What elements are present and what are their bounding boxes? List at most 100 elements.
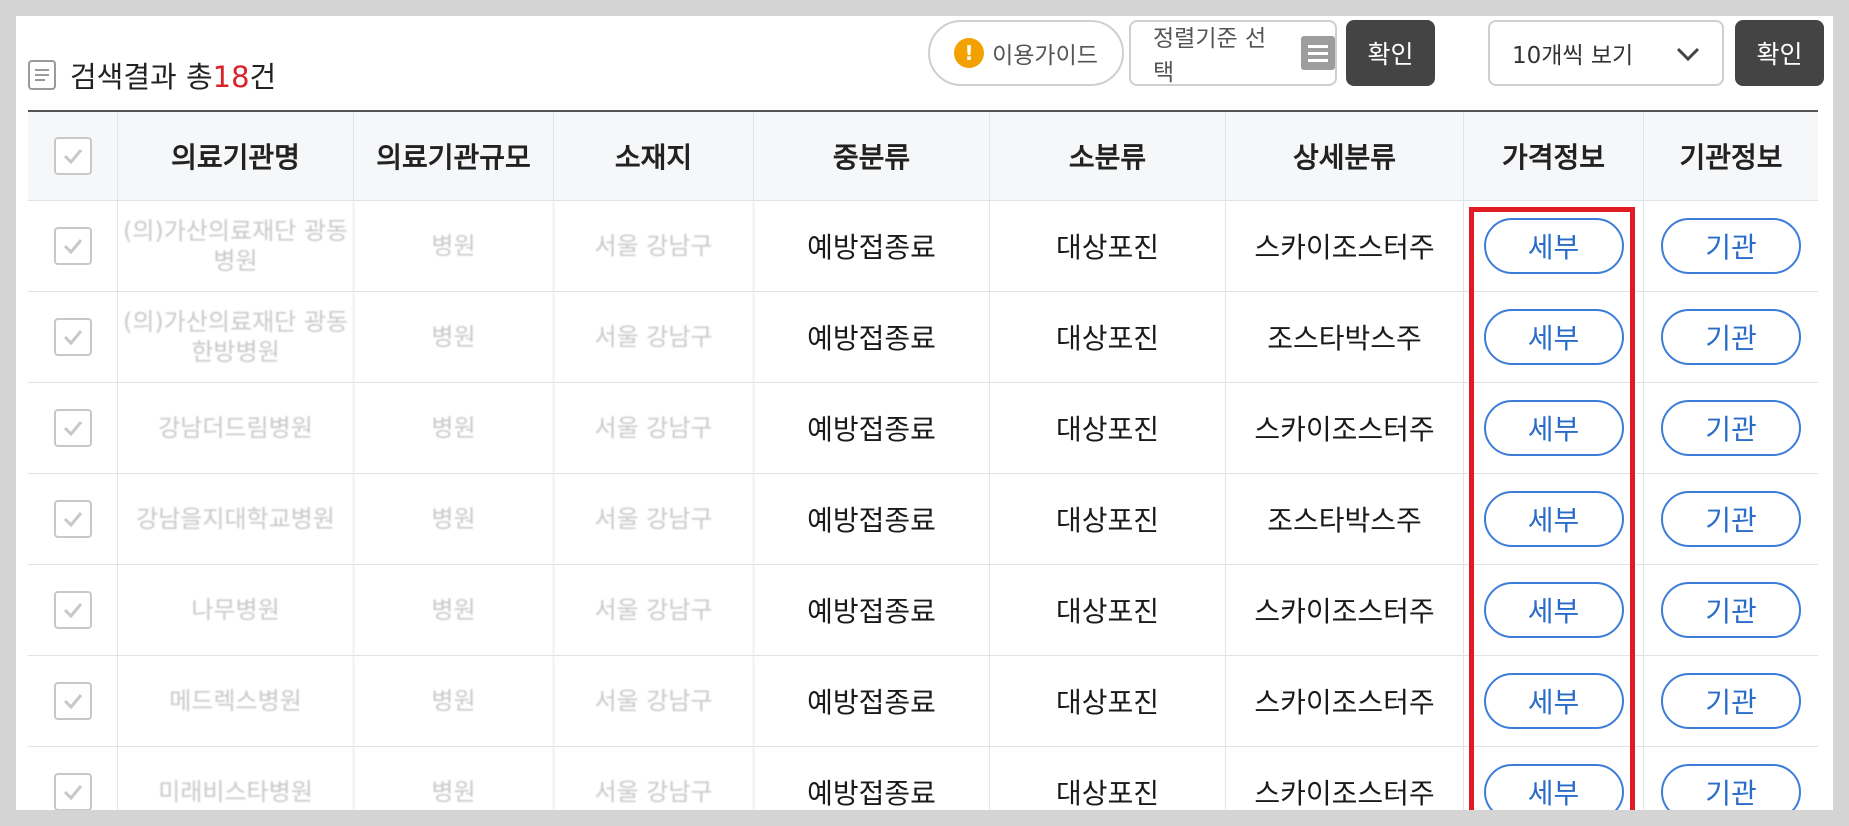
institution-location: 서울 강남구 xyxy=(554,292,754,382)
results-panel: 검색결과 총18건 ! 이용가이드 정렬기준 선택 확인 10개씩 보기 확인 xyxy=(16,16,1833,810)
institution-location: 서울 강남구 xyxy=(554,656,754,746)
results-table: 의료기관명 의료기관규모 소재지 중분류 소분류 상세분류 가격정보 기관정보 … xyxy=(28,110,1818,810)
mid-category: 예방접종료 xyxy=(754,565,990,655)
price-detail-button[interactable]: 세부 xyxy=(1483,764,1624,810)
price-detail-button[interactable]: 세부 xyxy=(1483,673,1624,729)
detail-category: 스카이조스터주 xyxy=(1226,747,1464,810)
institution-name[interactable]: (의)가산의료재단 광동병원 xyxy=(118,201,354,291)
usage-guide-button[interactable]: ! 이용가이드 xyxy=(928,20,1124,86)
detail-category: 조스타박스주 xyxy=(1226,474,1464,564)
usage-guide-label: 이용가이드 xyxy=(992,43,1098,69)
sort-select[interactable]: 정렬기준 선택 xyxy=(1129,20,1337,86)
row-checkbox[interactable] xyxy=(53,591,92,629)
sub-category: 대상포진 xyxy=(990,656,1226,746)
check-icon xyxy=(63,512,82,528)
institution-info-button[interactable]: 기관 xyxy=(1661,582,1801,638)
summary-unit: 건 xyxy=(249,60,277,94)
institution-name[interactable]: 메드렉스병원 xyxy=(118,656,354,746)
sub-category: 대상포진 xyxy=(990,565,1226,655)
mid-category: 예방접종료 xyxy=(754,747,990,810)
header-institution-info: 기관정보 xyxy=(1679,141,1783,174)
select-all-checkbox[interactable] xyxy=(53,137,92,175)
document-icon xyxy=(28,60,56,90)
institution-location: 서울 강남구 xyxy=(554,383,754,473)
detail-category: 조스타박스주 xyxy=(1226,292,1464,382)
page-size-confirm-button[interactable]: 확인 xyxy=(1735,20,1824,86)
row-checkbox[interactable] xyxy=(53,409,92,447)
header-detail-category: 상세분류 xyxy=(1226,112,1464,200)
institution-size: 병원 xyxy=(354,656,554,746)
row-checkbox[interactable] xyxy=(53,682,92,720)
detail-category: 스카이조스터주 xyxy=(1226,383,1464,473)
price-detail-button[interactable]: 세부 xyxy=(1483,309,1624,365)
price-detail-button[interactable]: 세부 xyxy=(1483,218,1624,274)
check-icon xyxy=(63,603,82,619)
header-institution-size: 의료기관규모 xyxy=(354,112,554,200)
institution-name[interactable]: 미래비스타병원 xyxy=(118,747,354,810)
institution-info-button[interactable]: 기관 xyxy=(1661,764,1801,810)
institution-size: 병원 xyxy=(354,383,554,473)
header-institution-name: 의료기관명 xyxy=(118,112,354,200)
table-row: 메드렉스병원 병원 서울 강남구 예방접종료 대상포진 스카이조스터주 세부 기… xyxy=(28,656,1818,747)
mid-category: 예방접종료 xyxy=(754,383,990,473)
institution-info-button[interactable]: 기관 xyxy=(1661,673,1801,729)
table-row: 미래비스타병원 병원 서울 강남구 예방접종료 대상포진 스카이조스터주 세부 … xyxy=(28,747,1818,810)
check-icon xyxy=(63,785,82,801)
mid-category: 예방접종료 xyxy=(754,474,990,564)
sub-category: 대상포진 xyxy=(990,383,1226,473)
header-price-info: 가격정보 xyxy=(1464,112,1644,200)
price-detail-button[interactable]: 세부 xyxy=(1483,491,1624,547)
institution-info-button[interactable]: 기관 xyxy=(1661,309,1801,365)
table-row: 강남을지대학교병원 병원 서울 강남구 예방접종료 대상포진 조스타박스주 세부… xyxy=(28,474,1818,565)
row-checkbox[interactable] xyxy=(53,500,92,538)
mid-category: 예방접종료 xyxy=(754,656,990,746)
row-checkbox[interactable] xyxy=(53,227,92,265)
header-sub-category: 소분류 xyxy=(990,112,1226,200)
institution-size: 병원 xyxy=(354,747,554,810)
institution-info-button[interactable]: 기관 xyxy=(1661,491,1801,547)
check-icon xyxy=(63,421,82,437)
page-size-value: 10개씩 보기 xyxy=(1512,43,1634,69)
detail-category: 스카이조스터주 xyxy=(1226,201,1464,291)
price-detail-button[interactable]: 세부 xyxy=(1483,582,1624,638)
row-checkbox[interactable] xyxy=(53,318,92,356)
header-location: 소재지 xyxy=(554,112,754,200)
summary-label: 검색결과 총 xyxy=(70,60,213,94)
institution-location: 서울 강남구 xyxy=(554,747,754,810)
check-icon xyxy=(63,239,82,255)
mid-category: 예방접종료 xyxy=(754,292,990,382)
result-count: 18 xyxy=(212,60,250,94)
row-checkbox[interactable] xyxy=(53,773,92,810)
detail-category: 스카이조스터주 xyxy=(1226,565,1464,655)
table-row: (의)가산의료재단 광동병원 병원 서울 강남구 예방접종료 대상포진 스카이조… xyxy=(28,201,1818,292)
institution-name[interactable]: 강남을지대학교병원 xyxy=(118,474,354,564)
institution-info-button[interactable]: 기관 xyxy=(1661,218,1801,274)
institution-size: 병원 xyxy=(354,474,554,564)
table-row: (의)가산의료재단 광동한방병원 병원 서울 강남구 예방접종료 대상포진 조스… xyxy=(28,292,1818,383)
sub-category: 대상포진 xyxy=(990,474,1226,564)
sub-category: 대상포진 xyxy=(990,292,1226,382)
result-summary: 검색결과 총18건 xyxy=(28,50,276,100)
price-detail-button[interactable]: 세부 xyxy=(1483,400,1624,456)
institution-size: 병원 xyxy=(354,565,554,655)
chevron-down-icon xyxy=(1676,47,1700,62)
check-icon xyxy=(63,330,82,346)
list-icon xyxy=(1301,36,1335,70)
check-icon xyxy=(63,149,82,165)
page-size-select[interactable]: 10개씩 보기 xyxy=(1488,20,1724,86)
table-row: 강남더드림병원 병원 서울 강남구 예방접종료 대상포진 스카이조스터주 세부 … xyxy=(28,383,1818,474)
institution-name[interactable]: 강남더드림병원 xyxy=(118,383,354,473)
detail-category: 스카이조스터주 xyxy=(1226,656,1464,746)
institution-size: 병원 xyxy=(354,201,554,291)
check-icon xyxy=(63,694,82,710)
sub-category: 대상포진 xyxy=(990,201,1226,291)
institution-size: 병원 xyxy=(354,292,554,382)
mid-category: 예방접종료 xyxy=(754,201,990,291)
institution-location: 서울 강남구 xyxy=(554,474,754,564)
sub-category: 대상포진 xyxy=(990,747,1226,810)
sort-confirm-button[interactable]: 확인 xyxy=(1346,20,1435,86)
sort-placeholder: 정렬기준 선택 xyxy=(1153,26,1267,86)
institution-info-button[interactable]: 기관 xyxy=(1661,400,1801,456)
institution-name[interactable]: (의)가산의료재단 광동한방병원 xyxy=(118,292,354,382)
institution-name[interactable]: 나무병원 xyxy=(118,565,354,655)
